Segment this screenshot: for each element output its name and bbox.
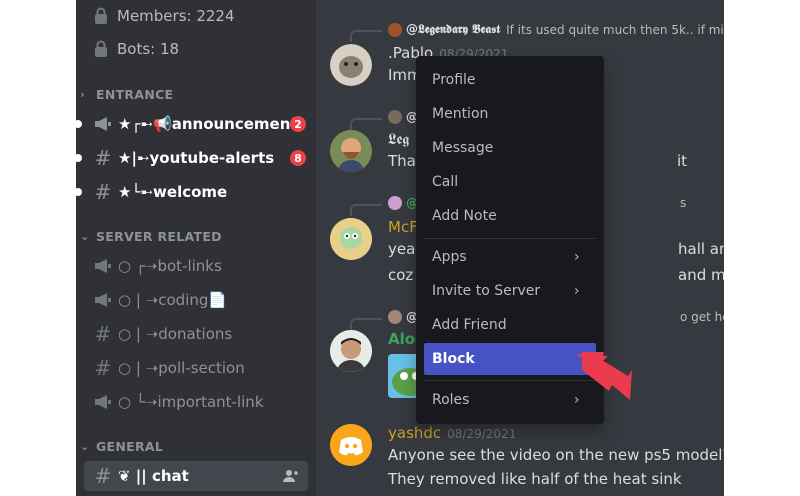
discord-window: Members: 2224 Bots: 18 › ENTRANCE ★┌➸📢an… bbox=[76, 0, 724, 496]
annotation-arrow-icon bbox=[576, 352, 632, 400]
